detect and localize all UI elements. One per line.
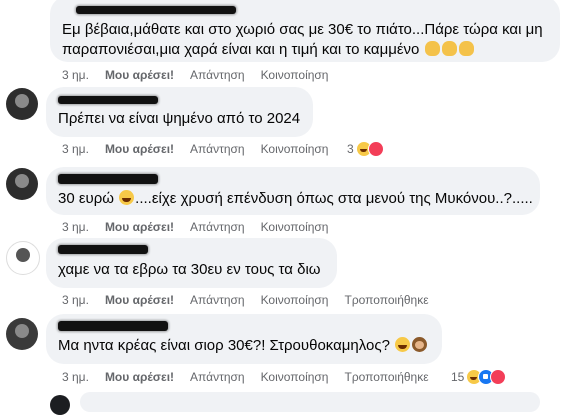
- clapping-hands-icon: [458, 41, 474, 56]
- share-button[interactable]: Κοινοποίηση: [261, 293, 329, 307]
- reaction-summary[interactable]: 15: [451, 369, 507, 385]
- comment-text: Πρέπει να είναι ψημένο από το 2024: [58, 110, 301, 127]
- comment-time[interactable]: 3 ημ.: [62, 68, 89, 82]
- comment-time[interactable]: 3 ημ.: [62, 142, 89, 156]
- see-no-evil-monkey-icon: [412, 337, 428, 352]
- clapping-hands-icon: [424, 41, 440, 56]
- rolling-laughing-icon: [395, 337, 411, 352]
- comment-text: χαμε να τα εβρω τα 30ευ εν τους τα διω: [58, 261, 321, 278]
- reply-button[interactable]: Απάντηση: [190, 293, 245, 307]
- share-button[interactable]: Κοινοποίηση: [261, 68, 329, 82]
- edited-label: Τροποποιήθηκε: [344, 293, 429, 307]
- comment-bubble: χαμε να τα εβρω τα 30ευ εν τους τα διω: [46, 238, 337, 288]
- love-reaction-icon: [490, 369, 507, 385]
- redacted-author-name[interactable]: [58, 321, 430, 333]
- comment-text: 30 ευρώ ....είχε χρυσή επένδυση όπως στα…: [58, 190, 533, 207]
- comment-text: Μα ηντα κρέας είναι σιορ 30€?! Στρουθοκα…: [58, 336, 430, 356]
- redacted-author-name: [62, 6, 548, 14]
- grinning-sweat-icon: [119, 190, 135, 205]
- comment-bubble: Πρέπει να είναι ψημένο από το 2024: [46, 87, 313, 137]
- edited-label: Τροποποιήθηκε: [344, 370, 429, 384]
- like-button[interactable]: Μου αρέσει!: [105, 142, 174, 156]
- reply-button[interactable]: Απάντηση: [190, 142, 245, 156]
- like-button[interactable]: Μου αρέσει!: [105, 220, 174, 234]
- avatar[interactable]: [6, 88, 38, 120]
- share-button[interactable]: Κοινοποίηση: [261, 370, 329, 384]
- comment-actions: 3 ημ. Μου αρέσει! Απάντηση Κοινοποίηση: [62, 220, 344, 234]
- comment-bubble: 30 ευρώ ....είχε χρυσή επένδυση όπως στα…: [46, 167, 540, 215]
- comment-bubble: Μα ηντα κρέας είναι σιορ 30€?! Στρουθοκα…: [46, 314, 442, 364]
- redacted-author-name[interactable]: [58, 245, 325, 257]
- comment-time[interactable]: 3 ημ.: [62, 370, 89, 384]
- reaction-count: 15: [451, 370, 465, 384]
- avatar[interactable]: [6, 168, 38, 200]
- avatar[interactable]: [6, 318, 38, 350]
- share-button[interactable]: Κοινοποίηση: [261, 220, 329, 234]
- comment-text-line-2: παραπονιέσαι,μια χαρά είναι και η τιμή κ…: [62, 40, 548, 60]
- comment-actions: 3 ημ. Μου αρέσει! Απάντηση Κοινοποίηση: [62, 68, 344, 82]
- reaction-count: 3: [347, 142, 354, 156]
- comment-text-line-1: Εμ βέβαια,μάθατε και στο χωριό σας με 30…: [62, 21, 543, 38]
- reply-button[interactable]: Απάντηση: [190, 370, 245, 384]
- share-button[interactable]: Κοινοποίηση: [261, 142, 329, 156]
- like-button[interactable]: Μου αρέσει!: [105, 370, 174, 384]
- comment-actions: 3 ημ. Μου αρέσει! Απάντηση Κοινοποίηση Τ…: [62, 370, 445, 384]
- avatar[interactable]: [6, 241, 40, 275]
- comment-time[interactable]: 3 ημ.: [62, 293, 89, 307]
- redacted-author-name[interactable]: [58, 94, 301, 106]
- comment-actions: 3 ημ. Μου αρέσει! Απάντηση Κοινοποίηση: [62, 142, 344, 156]
- like-button[interactable]: Μου αρέσει!: [105, 293, 174, 307]
- love-reaction-icon: [367, 141, 384, 157]
- comment-bubble: Εμ βέβαια,μάθατε και στο χωριό σας με 30…: [50, 0, 560, 62]
- reply-button[interactable]: Απάντηση: [190, 68, 245, 82]
- comment-actions: 3 ημ. Μου αρέσει! Απάντηση Κοινοποίηση Τ…: [62, 293, 445, 307]
- redacted-author-name[interactable]: [58, 174, 528, 186]
- comment-bubble: [80, 392, 540, 412]
- like-button[interactable]: Μου αρέσει!: [105, 68, 174, 82]
- clapping-hands-icon: [441, 41, 457, 56]
- comment-time[interactable]: 3 ημ.: [62, 220, 89, 234]
- avatar[interactable]: [50, 395, 70, 415]
- reaction-summary[interactable]: 3: [347, 141, 384, 157]
- reply-button[interactable]: Απάντηση: [190, 220, 245, 234]
